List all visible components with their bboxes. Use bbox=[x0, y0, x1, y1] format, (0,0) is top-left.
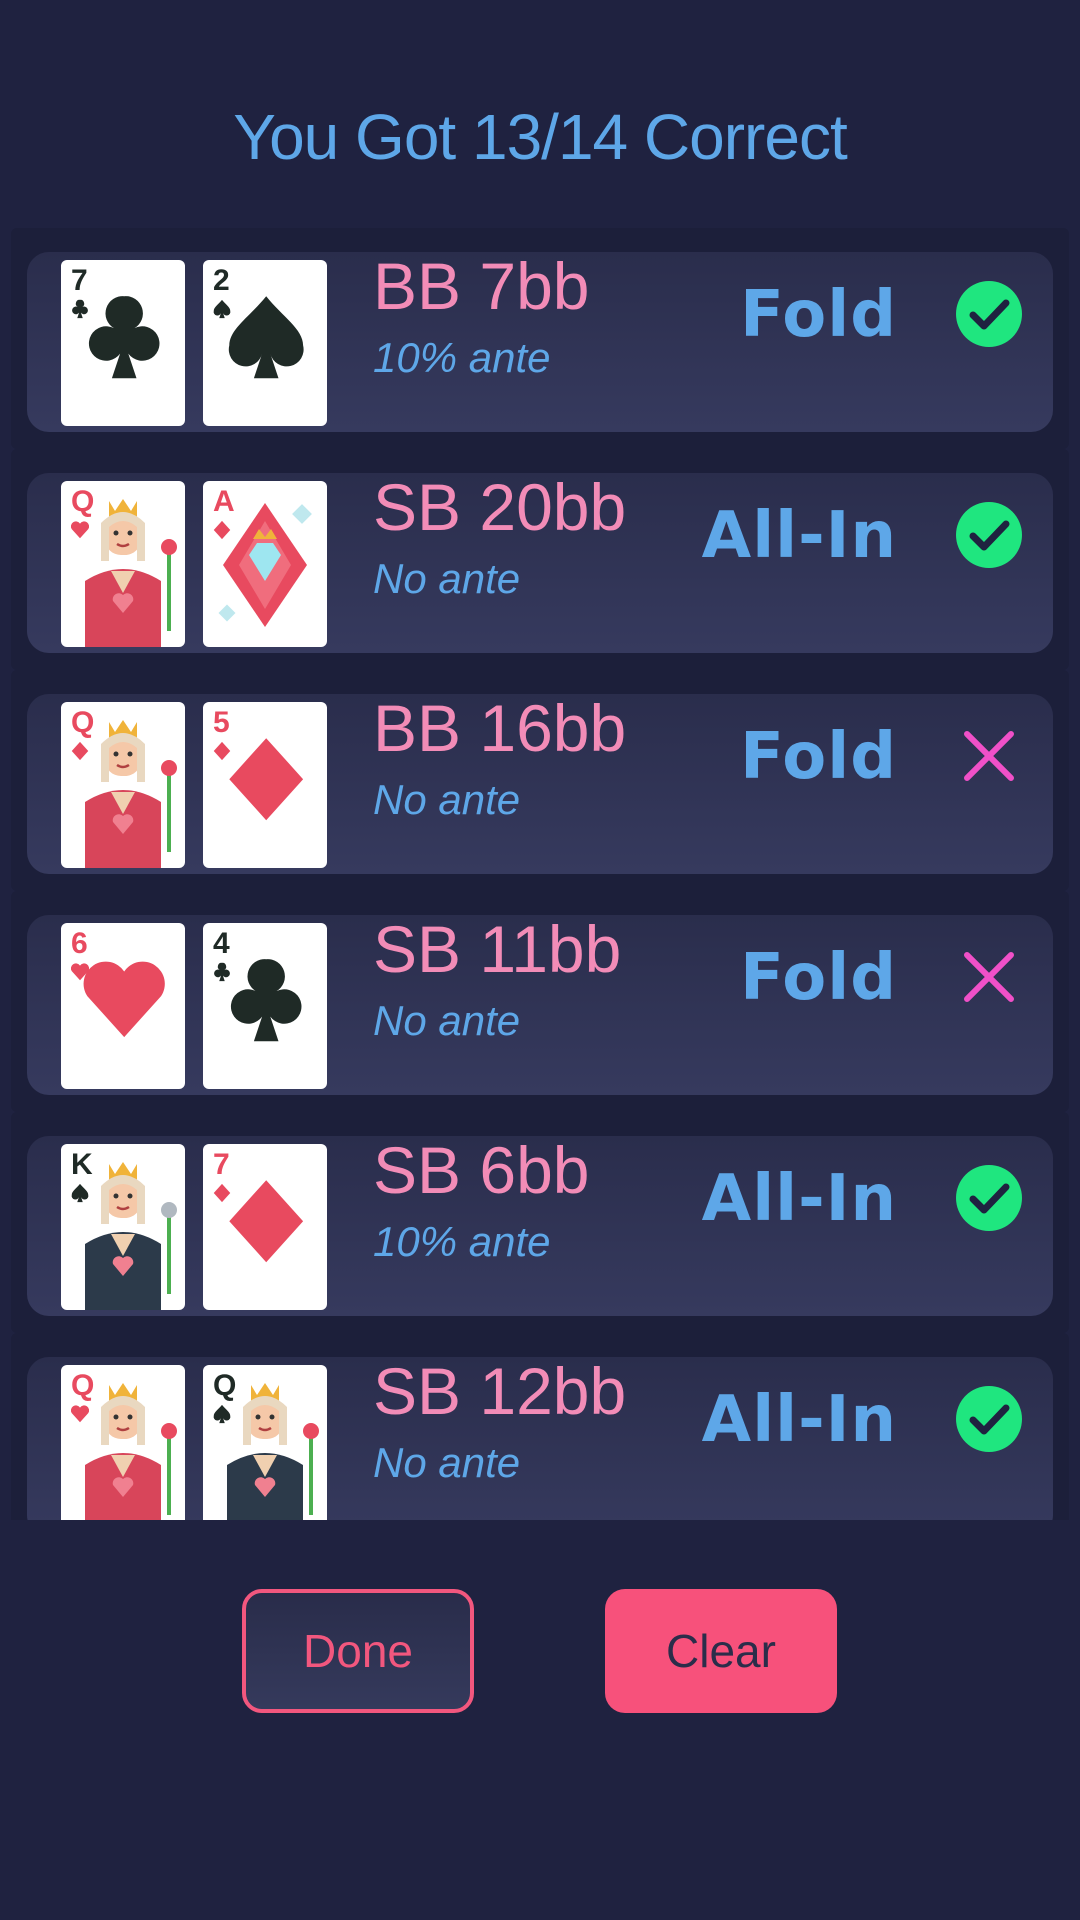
hand-row[interactable]: 6 4 SB 11bb No ante Fold bbox=[11, 891, 1069, 1112]
playing-card: Q bbox=[61, 481, 185, 647]
hearts-suit-icon bbox=[70, 521, 90, 539]
card-rank: 2 bbox=[213, 264, 230, 297]
hearts-suit-icon bbox=[70, 1405, 90, 1423]
stack-position-label: SB 20bb bbox=[373, 470, 627, 544]
page-title: You Got 13/14 Correct bbox=[233, 101, 847, 173]
action-label: Fold bbox=[740, 720, 897, 794]
diamonds-suit-icon bbox=[213, 1183, 231, 1203]
action-label: All-In bbox=[701, 1383, 897, 1457]
card-rank: 7 bbox=[71, 264, 88, 297]
playing-card: 4 bbox=[203, 923, 327, 1089]
done-button[interactable]: Done bbox=[242, 1589, 474, 1713]
playing-card: A bbox=[203, 481, 327, 647]
playing-card: 2 bbox=[203, 260, 327, 426]
x-mark-icon bbox=[954, 721, 1024, 791]
playing-card: 7 bbox=[203, 1144, 327, 1310]
card-rank: A bbox=[213, 485, 235, 518]
stack-position-label: SB 6bb bbox=[373, 1133, 590, 1207]
check-circle-icon bbox=[954, 1384, 1024, 1454]
playing-card: 5 bbox=[203, 702, 327, 868]
check-circle-icon bbox=[954, 1163, 1024, 1233]
card-rank: 7 bbox=[213, 1148, 230, 1181]
stack-position-label: BB 7bb bbox=[373, 249, 590, 323]
stack-position-label: SB 12bb bbox=[373, 1354, 627, 1428]
diamonds-suit-icon bbox=[213, 741, 231, 761]
clubs-suit-icon bbox=[72, 299, 88, 319]
card-rank: 6 bbox=[71, 927, 88, 960]
playing-card: Q bbox=[61, 1365, 185, 1520]
x-mark-icon bbox=[954, 942, 1024, 1012]
card-rank: 4 bbox=[213, 927, 230, 960]
spades-suit-icon bbox=[213, 1404, 231, 1424]
card-rank: K bbox=[71, 1148, 93, 1181]
action-label: Fold bbox=[740, 941, 897, 1015]
hand-row[interactable]: Q Q SB 12bb No ante All-In bbox=[11, 1333, 1069, 1520]
hand-row[interactable]: Q A SB 20bb No ante All-In bbox=[11, 449, 1069, 670]
playing-card: 6 bbox=[61, 923, 185, 1089]
card-rank: Q bbox=[71, 1369, 95, 1402]
clear-button[interactable]: Clear bbox=[605, 1589, 837, 1713]
card-rank: Q bbox=[213, 1369, 237, 1402]
ante-label: 10% ante bbox=[373, 334, 551, 381]
results-list[interactable]: 7 2 BB 7bb 10% ante Fold Q A SB 20bb No … bbox=[11, 228, 1069, 1520]
playing-card: Q bbox=[203, 1365, 327, 1520]
action-label: Fold bbox=[740, 278, 897, 352]
ante-label: 10% ante bbox=[373, 1218, 551, 1265]
action-label: All-In bbox=[701, 1162, 897, 1236]
playing-card: Q bbox=[61, 702, 185, 868]
playing-card: K bbox=[61, 1144, 185, 1310]
ante-label: No ante bbox=[373, 997, 521, 1044]
stack-position-label: BB 16bb bbox=[373, 691, 627, 765]
card-rank: Q bbox=[71, 485, 95, 518]
spades-suit-icon bbox=[213, 299, 231, 319]
hand-row[interactable]: K 7 SB 6bb 10% ante All-In bbox=[11, 1112, 1069, 1333]
card-rank: 5 bbox=[213, 706, 230, 739]
hearts-suit-icon bbox=[70, 963, 90, 981]
diamonds-suit-icon bbox=[71, 741, 89, 761]
hand-row[interactable]: Q 5 BB 16bb No ante Fold bbox=[11, 670, 1069, 891]
clubs-suit-icon bbox=[214, 962, 230, 982]
hand-row[interactable]: 7 2 BB 7bb 10% ante Fold bbox=[11, 228, 1069, 449]
diamonds-suit-icon bbox=[213, 520, 231, 540]
stack-position-label: SB 11bb bbox=[373, 912, 622, 986]
spades-suit-icon bbox=[71, 1183, 89, 1203]
action-label: All-In bbox=[701, 499, 897, 573]
playing-card: 7 bbox=[61, 260, 185, 426]
check-circle-icon bbox=[954, 500, 1024, 570]
ante-label: No ante bbox=[373, 776, 521, 823]
ante-label: No ante bbox=[373, 1439, 521, 1486]
check-circle-icon bbox=[954, 279, 1024, 349]
ante-label: No ante bbox=[373, 555, 521, 602]
card-rank: Q bbox=[71, 706, 95, 739]
